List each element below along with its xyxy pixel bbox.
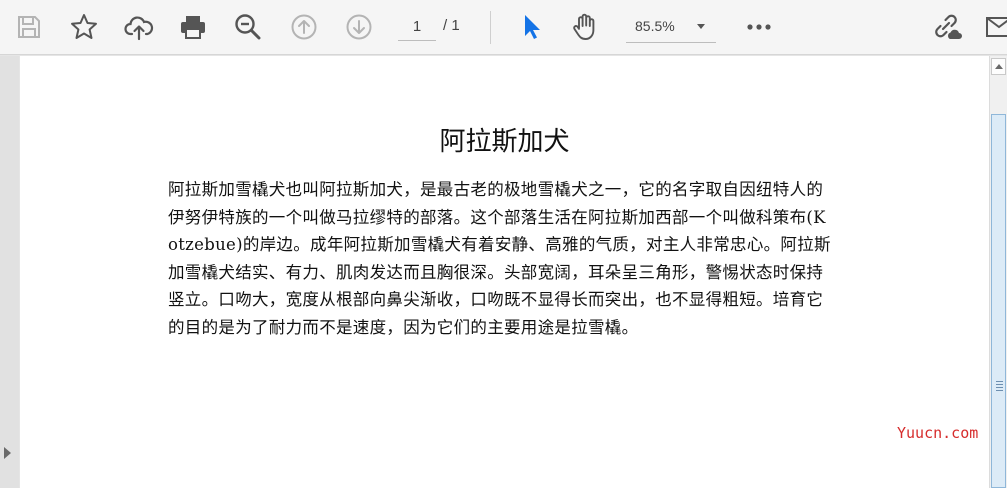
zoom-value: 85.5% [635,18,675,34]
previous-page-icon[interactable] [285,9,323,45]
more-options-icon[interactable] [740,9,778,45]
expand-panel-arrow-icon[interactable] [4,447,11,459]
document-title: 阿拉斯加犬 [439,127,570,157]
grip-line [996,381,1003,382]
bookmark-star-icon[interactable] [65,9,103,45]
grip-line [996,390,1003,391]
print-icon[interactable] [174,9,212,45]
hand-pan-icon[interactable] [566,9,604,45]
vertical-scrollbar[interactable] [989,56,1007,488]
grip-line [996,387,1003,388]
save-icon[interactable] [10,9,48,45]
cloud-upload-icon[interactable] [120,9,158,45]
select-cursor-icon[interactable] [512,9,550,45]
share-link-icon[interactable] [928,9,966,45]
toolbar-divider [490,11,491,44]
document-page: 阿拉斯加犬 阿拉斯加雪橇犬也叫阿拉斯加犬，是最古老的极地雪橇犬之一，它的名字取自… [20,56,989,488]
scroll-up-arrow-icon[interactable] [991,58,1006,75]
chevron-down-icon [697,24,705,29]
document-body-paragraph: 阿拉斯加雪橇犬也叫阿拉斯加犬，是最古老的极地雪橇犬之一，它的名字取自因纽特人的伊… [168,180,831,337]
left-navigation-panel [0,56,19,488]
zoom-out-icon[interactable] [229,9,267,45]
toolbar: / 1 85.5% [0,0,1007,55]
watermark-text: Yuucn.com [897,424,979,442]
next-page-icon[interactable] [340,9,378,45]
zoom-level-dropdown[interactable]: 85.5% [626,12,716,43]
sign-icon[interactable] [982,9,1007,45]
grip-line [996,384,1003,385]
scrollbar-thumb[interactable] [991,114,1006,488]
page-total: / 1 [443,17,460,34]
page-number-input[interactable] [398,13,436,41]
